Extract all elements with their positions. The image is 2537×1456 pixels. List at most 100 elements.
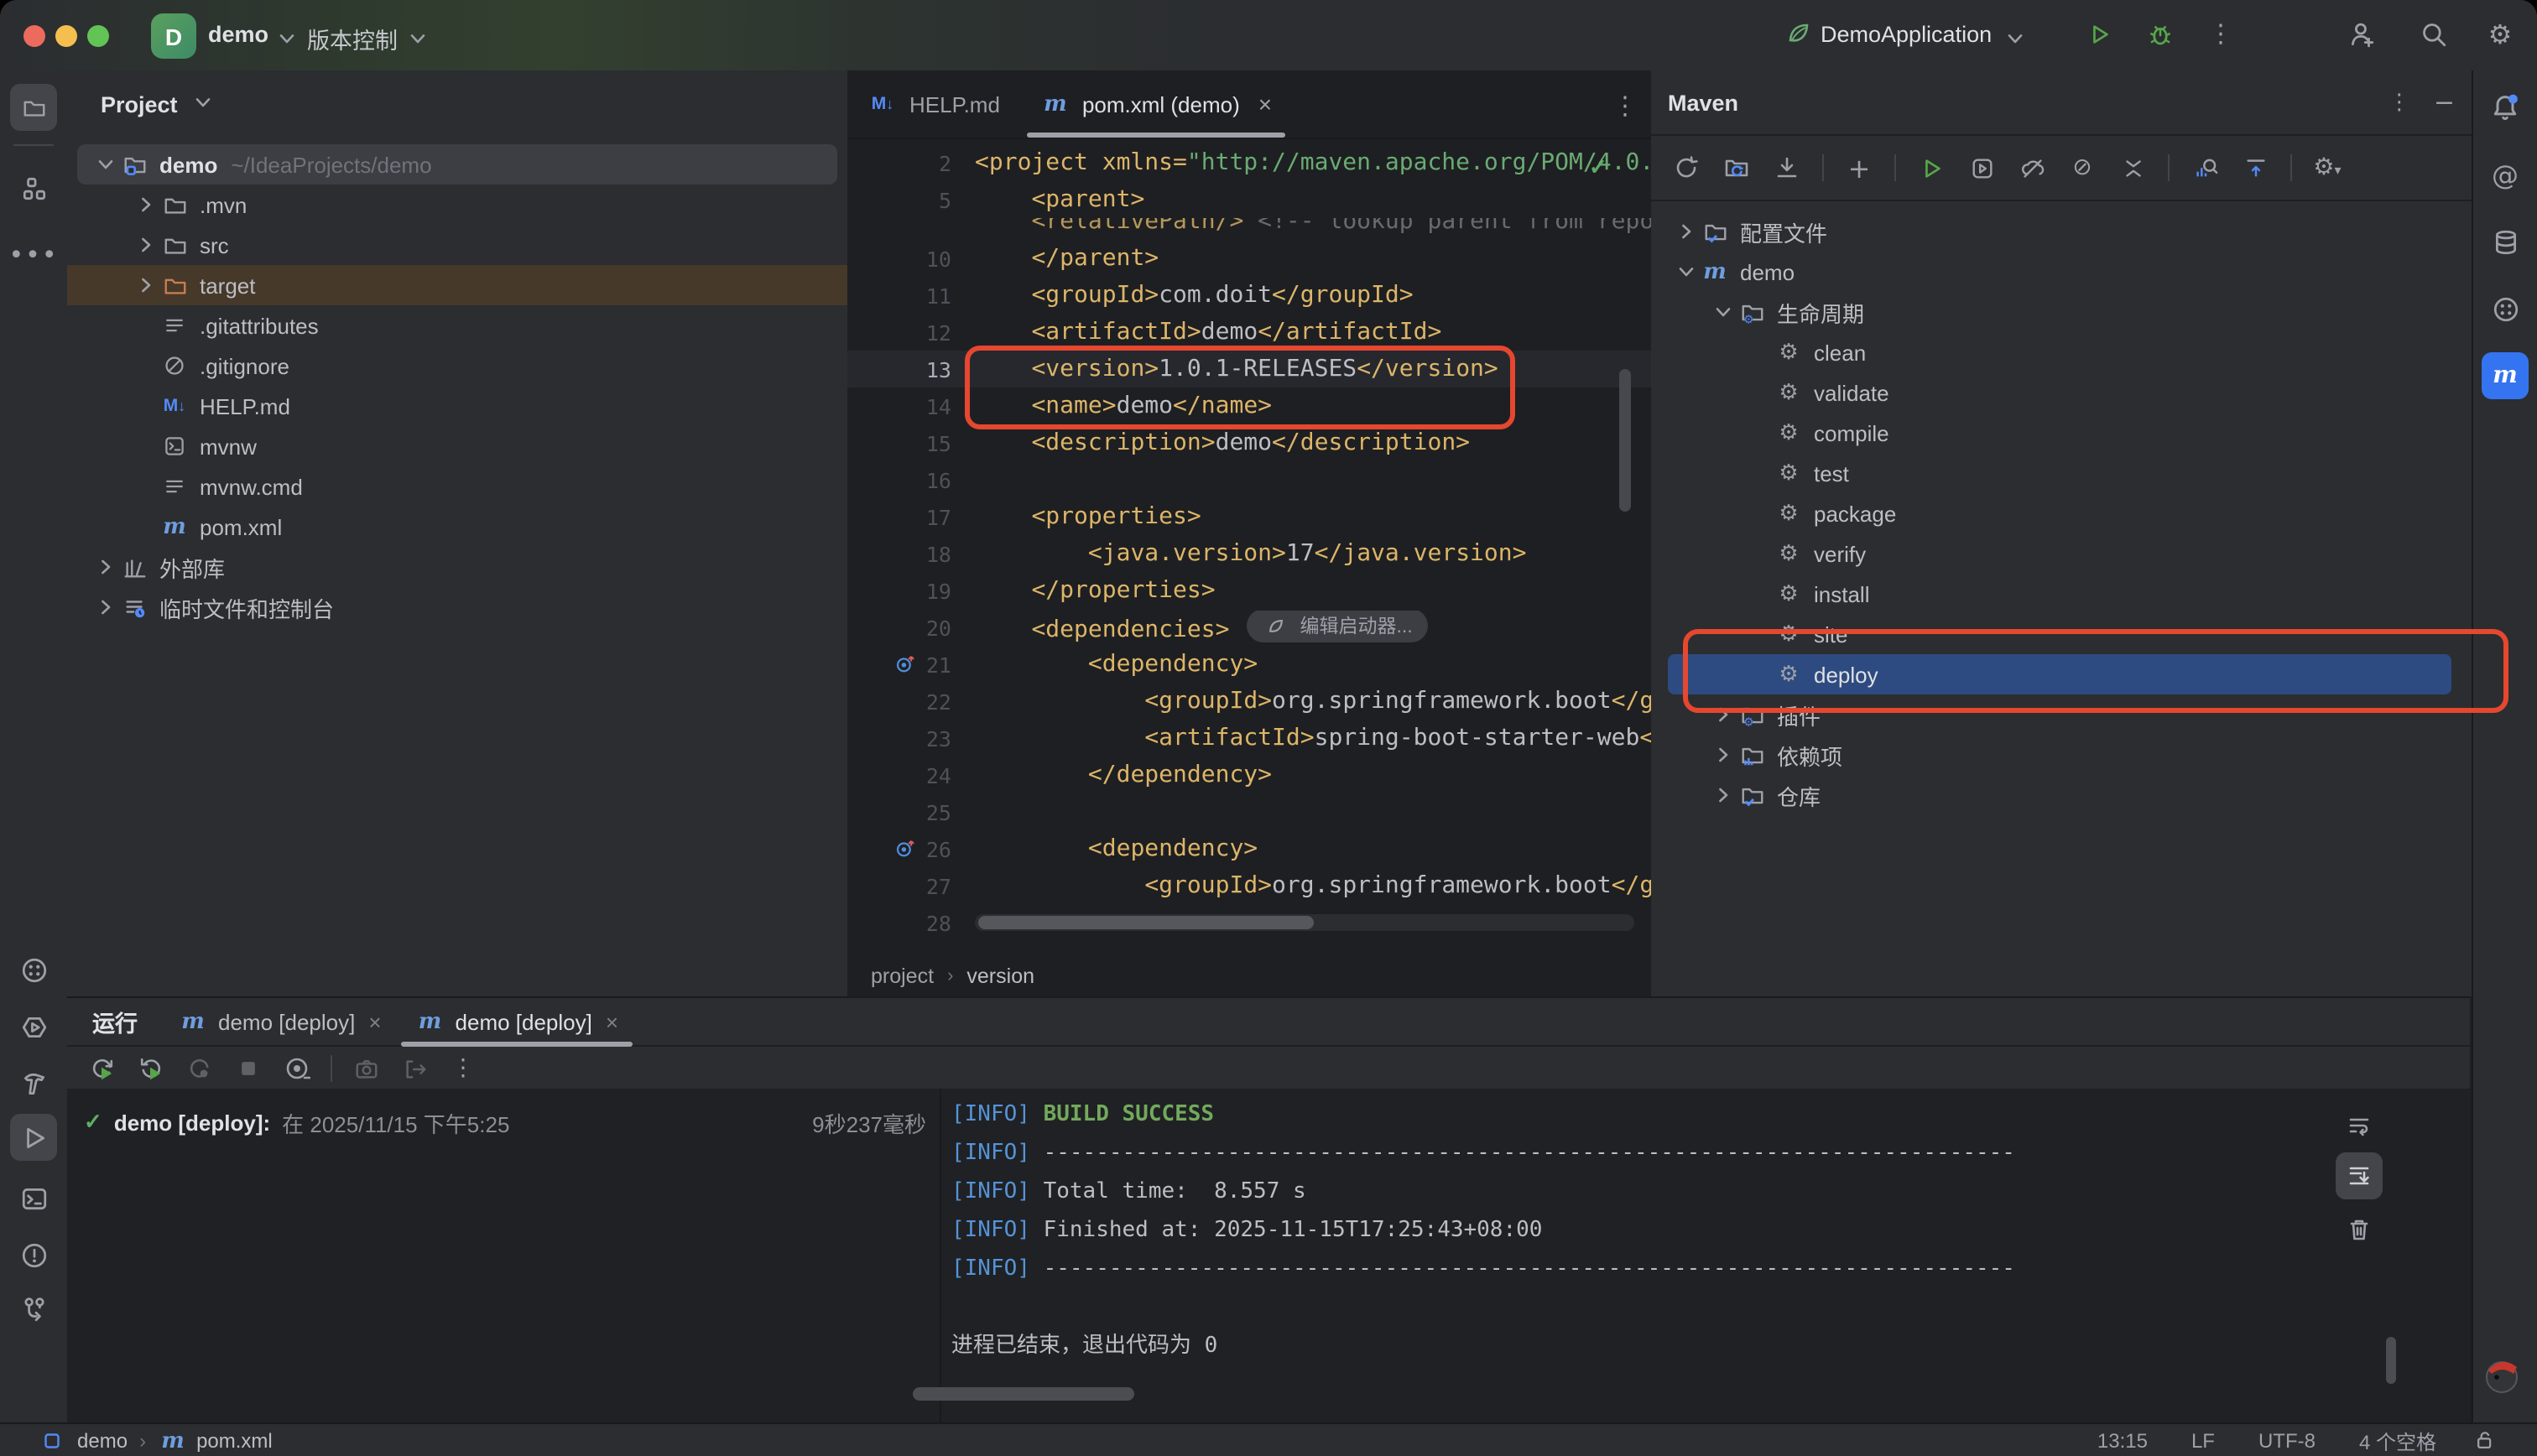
- maven-tree-row-package[interactable]: ⚙package: [1651, 493, 2472, 533]
- filter-eye-icon[interactable]: [275, 1048, 319, 1089]
- structure-icon[interactable]: [10, 164, 57, 211]
- scrollbar-thumb[interactable]: [978, 916, 1314, 929]
- code-line-21[interactable]: 21 <dependency>: [847, 646, 1651, 683]
- build-icon[interactable]: [10, 1060, 57, 1107]
- project-tree-row-src[interactable]: src: [67, 225, 847, 265]
- minimize-panel-icon[interactable]: −: [2434, 87, 2455, 117]
- scroll-to-end-icon[interactable]: [2336, 1152, 2383, 1199]
- zoom-window-button[interactable]: [87, 25, 109, 47]
- collapse-icon[interactable]: [2111, 148, 2154, 188]
- project-tree-row-target[interactable]: target: [67, 265, 847, 305]
- spring-bean-gutter-icon[interactable]: [891, 649, 921, 679]
- terminal-icon[interactable]: [10, 1174, 57, 1221]
- soft-wrap-icon[interactable]: [2344, 1110, 2374, 1141]
- clear-console-icon[interactable]: [2344, 1214, 2374, 1245]
- editor-tab-pom.xml (demo)[interactable]: mpom.xml (demo)×: [1020, 70, 1292, 138]
- code-line-26[interactable]: 26 <dependency>: [847, 830, 1651, 867]
- project-tree-row-.gitignore[interactable]: .gitignore: [67, 346, 847, 386]
- chevron-right-icon[interactable]: [1670, 216, 1701, 247]
- reload-project-icon[interactable]: [1715, 148, 1758, 188]
- add-user-icon[interactable]: [2346, 18, 2376, 53]
- maven-tree-row-clean[interactable]: ⚙clean: [1651, 332, 2472, 372]
- code-line-16[interactable]: 16: [847, 461, 1651, 498]
- file-encoding[interactable]: UTF-8: [2258, 1429, 2316, 1453]
- editor-vertical-scrollbar[interactable]: [1619, 369, 1631, 512]
- chevron-right-icon[interactable]: [1707, 780, 1737, 810]
- project-tree-row-demo[interactable]: demo~/IdeaProjects/demo: [77, 144, 837, 185]
- settings-gear-icon[interactable]: ⚙: [2485, 18, 2515, 49]
- maven-tree-row-插件[interactable]: ⚙插件: [1651, 694, 2472, 735]
- version-control-icon[interactable]: [10, 1285, 57, 1332]
- lock-open-icon[interactable]: [2470, 1425, 2500, 1456]
- notifications-icon[interactable]: [2482, 84, 2529, 131]
- code-editor[interactable]: 2<project xmlns="http://maven.apache.org…: [847, 141, 1651, 956]
- editor-options-icon[interactable]: ⋮: [1612, 91, 1638, 121]
- maven-tree-row-仓库[interactable]: 仓库: [1651, 775, 2472, 815]
- settings-dd-icon[interactable]: ⚙▾: [2305, 148, 2349, 188]
- maven-tree-row-compile[interactable]: ⚙compile: [1651, 413, 2472, 453]
- scroll-to-end-icon[interactable]: [2344, 1161, 2374, 1191]
- maven-tree-row-deploy[interactable]: ⚙deploy: [1668, 654, 2451, 694]
- chevron-down-icon[interactable]: [1670, 257, 1701, 287]
- camera-icon[interactable]: [344, 1048, 388, 1089]
- project-icon[interactable]: [10, 84, 57, 131]
- code-line-10[interactable]: 10 </parent>: [847, 240, 1651, 277]
- chevron-right-icon[interactable]: [1707, 699, 1737, 730]
- debug-button[interactable]: [2144, 18, 2175, 53]
- code-line-25[interactable]: 25: [847, 793, 1651, 830]
- maven-options-icon[interactable]: ⋮: [2389, 90, 2410, 115]
- editor-horizontal-scrollbar[interactable]: [975, 914, 1634, 931]
- project-name-menu[interactable]: demo: [208, 22, 268, 47]
- project-panel-title[interactable]: Project: [101, 91, 178, 117]
- vcs-menu[interactable]: 版本控制: [307, 22, 398, 55]
- resume-icon[interactable]: [178, 1048, 221, 1089]
- stop-icon[interactable]: [227, 1048, 270, 1089]
- code-line-22[interactable]: 22 <groupId>org.springframework.boot</gr…: [847, 683, 1651, 720]
- caret-position[interactable]: 13:15: [2097, 1429, 2148, 1453]
- code-line-12[interactable]: 12 <artifactId>demo</artifactId>: [847, 314, 1651, 351]
- project-tree-row-HELP.md[interactable]: M↓HELP.md: [67, 386, 847, 426]
- console-output[interactable]: [INFO] BUILD SUCCESS[INFO] -------------…: [951, 1095, 2336, 1424]
- debug-icon[interactable]: [2144, 18, 2175, 49]
- database-icon[interactable]: [2482, 218, 2529, 265]
- offline-icon[interactable]: [2010, 148, 2054, 188]
- refresh-icon[interactable]: [1664, 148, 1708, 188]
- code-line-24[interactable]: 24 </dependency>: [847, 757, 1651, 793]
- problems-icon[interactable]: [10, 1231, 57, 1278]
- project-tree-row-外部库[interactable]: 外部库: [67, 547, 847, 587]
- code-line-17[interactable]: 17 <properties>: [847, 498, 1651, 535]
- add-user-icon[interactable]: [2346, 18, 2376, 49]
- indent-setting[interactable]: 4 个空格: [2359, 1427, 2436, 1455]
- editor-tab-HELP.md[interactable]: M↓HELP.md: [847, 70, 1020, 138]
- ai-assistant-icon[interactable]: @: [2482, 151, 2529, 198]
- maven-tree-row-verify[interactable]: ⚙verify: [1651, 533, 2472, 574]
- code-line-23[interactable]: 23 <artifactId>spring-boot-starter-web</…: [847, 720, 1651, 757]
- code-line-2[interactable]: 2<project xmlns="http://maven.apache.org…: [847, 144, 1651, 181]
- minimize-window-button[interactable]: [55, 25, 77, 47]
- code-line-18[interactable]: 18 <java.version>17</java.version>: [847, 535, 1651, 572]
- clear-console-icon[interactable]: [2336, 1206, 2383, 1253]
- status-file[interactable]: pom.xml: [196, 1429, 273, 1453]
- search-deps-icon[interactable]: [2183, 148, 2227, 188]
- line-ending[interactable]: LF: [2191, 1429, 2215, 1453]
- run-tab-1[interactable]: mdemo [deploy]×: [161, 998, 399, 1045]
- edit-starters-inlay-hint[interactable]: 编辑启动器...: [1246, 611, 1427, 642]
- services-icon[interactable]: [10, 946, 57, 993]
- close-tab-icon[interactable]: ×: [1258, 91, 1272, 117]
- chevron-right-icon[interactable]: [130, 230, 160, 260]
- run-toolwindow-icon[interactable]: [10, 1114, 57, 1161]
- run-green-icon[interactable]: [1909, 148, 1953, 188]
- run-configuration-selector[interactable]: DemoApplication: [1821, 22, 1992, 47]
- search-icon[interactable]: [2418, 18, 2448, 53]
- breadcrumb-item[interactable]: project: [871, 965, 934, 988]
- run-panel-title[interactable]: 运行: [67, 1005, 161, 1038]
- rerun-icon[interactable]: [81, 1048, 124, 1089]
- maven-tree-row-依赖项[interactable]: 依赖项: [1651, 735, 2472, 775]
- code-line-folded[interactable]: <relativePath/> <!-- lookup parent from …: [847, 218, 1651, 240]
- chevron-right-icon[interactable]: [90, 552, 120, 582]
- project-tree-row-.gitattributes[interactable]: .gitattributes: [67, 305, 847, 346]
- settings-gear-icon[interactable]: ⚙: [2485, 18, 2515, 49]
- more-icon[interactable]: ⋮: [441, 1048, 485, 1089]
- code-line-5[interactable]: 5 <parent>: [847, 181, 1651, 218]
- chevron-right-icon[interactable]: [130, 270, 160, 300]
